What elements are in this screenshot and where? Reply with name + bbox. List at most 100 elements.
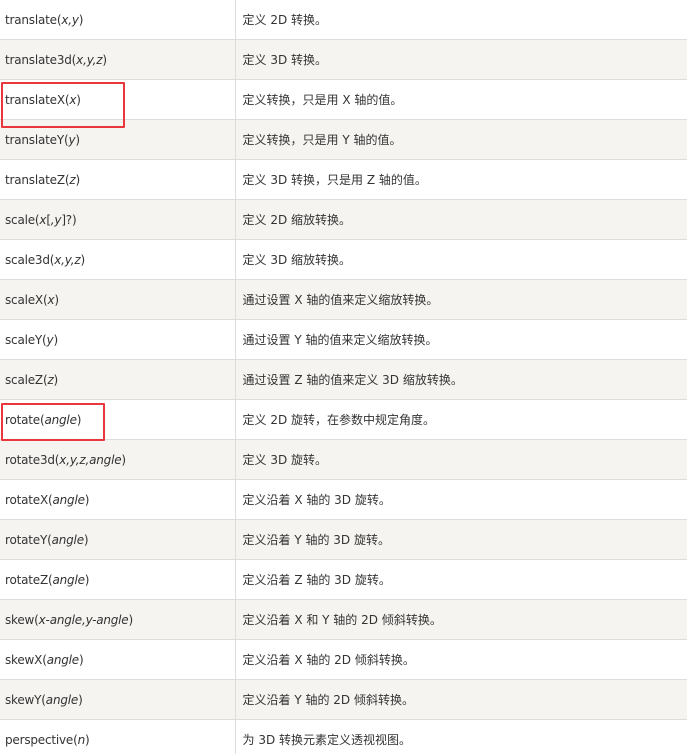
- description-cell: 通过设置 X 轴的值来定义缩放转换。: [235, 279, 687, 320]
- function-argument: angle: [44, 412, 77, 427]
- function-text: scaleZ(: [5, 372, 48, 387]
- function-argument: angle: [51, 532, 84, 547]
- function-text: ): [85, 732, 90, 747]
- table-row: translate(x,y) 定义 2D 转换。: [0, 0, 687, 40]
- function-argument: ,y: [50, 212, 62, 227]
- table-row: rotate(angle) 定义 2D 旋转，在参数中规定角度。: [0, 399, 687, 440]
- description-cell: 定义转换，只是用 X 轴的值。: [235, 79, 687, 120]
- function-text: perspective(: [5, 732, 78, 747]
- function-cell: rotate(angle): [0, 399, 236, 440]
- function-text: ): [102, 52, 107, 67]
- function-text: rotateZ(: [5, 572, 53, 587]
- description-cell: 定义沿着 X 和 Y 轴的 2D 倾斜转换。: [235, 599, 687, 640]
- function-text: ): [121, 452, 126, 467]
- function-text: ): [84, 572, 90, 587]
- description-cell: 定义 3D 缩放转换。: [235, 239, 687, 280]
- table-row: scaleZ(z) 通过设置 Z 轴的值来定义 3D 缩放转换。: [0, 359, 687, 400]
- table-row: rotateY(angle) 定义沿着 Y 轴的 3D 旋转。: [0, 519, 687, 560]
- function-text: scaleY(: [5, 332, 47, 347]
- function-cell: rotate3d(x,y,z,angle): [0, 439, 236, 480]
- function-text: ): [53, 332, 58, 347]
- description-cell: 定义沿着 X 轴的 3D 旋转。: [235, 479, 687, 520]
- table-row: skew(x-angle,y-angle) 定义沿着 X 和 Y 轴的 2D 倾斜…: [0, 599, 687, 640]
- function-text: ]?): [61, 212, 77, 227]
- function-text: ): [78, 692, 83, 707]
- function-text: ): [53, 372, 59, 387]
- table-row: translate3d(x,y,z) 定义 3D 转换。: [0, 39, 687, 80]
- table-row: scaleY(y) 通过设置 Y 轴的值来定义缩放转换。: [0, 319, 687, 360]
- table-row: translateY(y) 定义转换，只是用 Y 轴的值。: [0, 119, 687, 160]
- function-text: translateZ(: [5, 172, 70, 187]
- function-text: rotate3d(: [5, 452, 60, 467]
- function-text: ): [78, 652, 84, 667]
- function-text: rotate(: [5, 412, 45, 427]
- table-row: rotateX(angle) 定义沿着 X 轴的 3D 旋转。: [0, 479, 687, 520]
- description-cell: 定义沿着 Y 轴的 2D 倾斜转换。: [235, 679, 687, 720]
- function-cell: scaleY(y): [0, 319, 236, 360]
- function-cell: rotateX(angle): [0, 479, 236, 520]
- description-cell: 定义 3D 旋转。: [235, 439, 687, 480]
- function-text: translate3d(: [5, 52, 77, 67]
- function-cell: scaleZ(z): [0, 359, 236, 400]
- function-text: rotateX(: [5, 492, 53, 507]
- table-body: translate(x,y) 定义 2D 转换。 translate3d(x,y,z…: [0, 0, 687, 754]
- function-cell: rotateY(angle): [0, 519, 236, 560]
- function-cell: translateY(y): [0, 119, 236, 160]
- function-cell: scaleX(x): [0, 279, 236, 320]
- function-text: translate(: [5, 12, 62, 27]
- function-text: translateY(: [5, 132, 69, 147]
- function-argument: n: [77, 732, 86, 747]
- table-row: rotateZ(angle) 定义沿着 Z 轴的 3D 旋转。: [0, 559, 687, 600]
- function-text: ): [76, 92, 81, 107]
- function-argument: angle: [45, 692, 79, 707]
- function-text: translateX(: [5, 92, 70, 107]
- function-text: ): [76, 412, 82, 427]
- function-text: ): [54, 292, 59, 307]
- function-cell: skewY(angle): [0, 679, 236, 720]
- function-text: ): [75, 172, 80, 187]
- table-row: skewX(angle) 定义沿着 X 轴的 2D 倾斜转换。: [0, 639, 687, 680]
- table-row: perspective(n) 为 3D 转换元素定义透视视图。: [0, 719, 687, 754]
- table-row: scale(x[,y]?) 定义 2D 缩放转换。: [0, 199, 687, 240]
- function-text: scale(: [5, 212, 40, 227]
- description-cell: 定义 3D 转换，只是用 Z 轴的值。: [235, 159, 687, 200]
- description-cell: 定义 2D 旋转，在参数中规定角度。: [235, 399, 687, 440]
- function-cell: perspective(n): [0, 719, 236, 754]
- function-cell: translate(x,y): [0, 0, 236, 40]
- function-argument: angle: [46, 652, 79, 667]
- function-text: ): [128, 612, 134, 627]
- function-text: skewX(: [5, 652, 47, 667]
- function-text: ): [84, 492, 90, 507]
- description-cell: 定义沿着 Z 轴的 3D 旋转。: [235, 559, 687, 600]
- description-cell: 通过设置 Z 轴的值来定义 3D 缩放转换。: [235, 359, 687, 400]
- table-row: scaleX(x) 通过设置 X 轴的值来定义缩放转换。: [0, 279, 687, 320]
- function-text: skewY(: [5, 692, 46, 707]
- function-argument: x,y,z: [54, 252, 81, 267]
- table-row: skewY(angle) 定义沿着 Y 轴的 2D 倾斜转换。: [0, 679, 687, 720]
- table-row: scale3d(x,y,z) 定义 3D 缩放转换。: [0, 239, 687, 280]
- description-cell: 定义沿着 Y 轴的 3D 旋转。: [235, 519, 687, 560]
- table-row: translateX(x) 定义转换，只是用 X 轴的值。: [0, 79, 687, 120]
- description-cell: 为 3D 转换元素定义透视视图。: [235, 719, 687, 754]
- function-cell: translate3d(x,y,z): [0, 39, 236, 80]
- function-cell: skewX(angle): [0, 639, 236, 680]
- description-cell: 定义沿着 X 轴的 2D 倾斜转换。: [235, 639, 687, 680]
- function-text: ): [78, 12, 84, 27]
- function-argument: angle: [52, 572, 85, 587]
- css-transform-functions-table: translate(x,y) 定义 2D 转换。 translate3d(x,y,z…: [0, 0, 687, 754]
- description-cell: 定义 2D 转换。: [235, 0, 687, 40]
- function-text: scaleX(: [5, 292, 48, 307]
- function-text: skew(: [5, 612, 39, 627]
- function-cell: translateZ(z): [0, 159, 236, 200]
- description-cell: 定义转换，只是用 Y 轴的值。: [235, 119, 687, 160]
- function-argument: x,y,z,angle: [59, 452, 122, 467]
- function-argument: x,y: [61, 12, 79, 27]
- function-text: ): [80, 252, 85, 267]
- table-row: translateZ(z) 定义 3D 转换，只是用 Z 轴的值。: [0, 159, 687, 200]
- description-cell: 定义 3D 转换。: [235, 39, 687, 80]
- function-cell: rotateZ(angle): [0, 559, 236, 600]
- description-cell: 定义 2D 缩放转换。: [235, 199, 687, 240]
- function-cell: translateX(x): [0, 79, 236, 120]
- function-argument: angle: [52, 492, 85, 507]
- description-cell: 通过设置 Y 轴的值来定义缩放转换。: [235, 319, 687, 360]
